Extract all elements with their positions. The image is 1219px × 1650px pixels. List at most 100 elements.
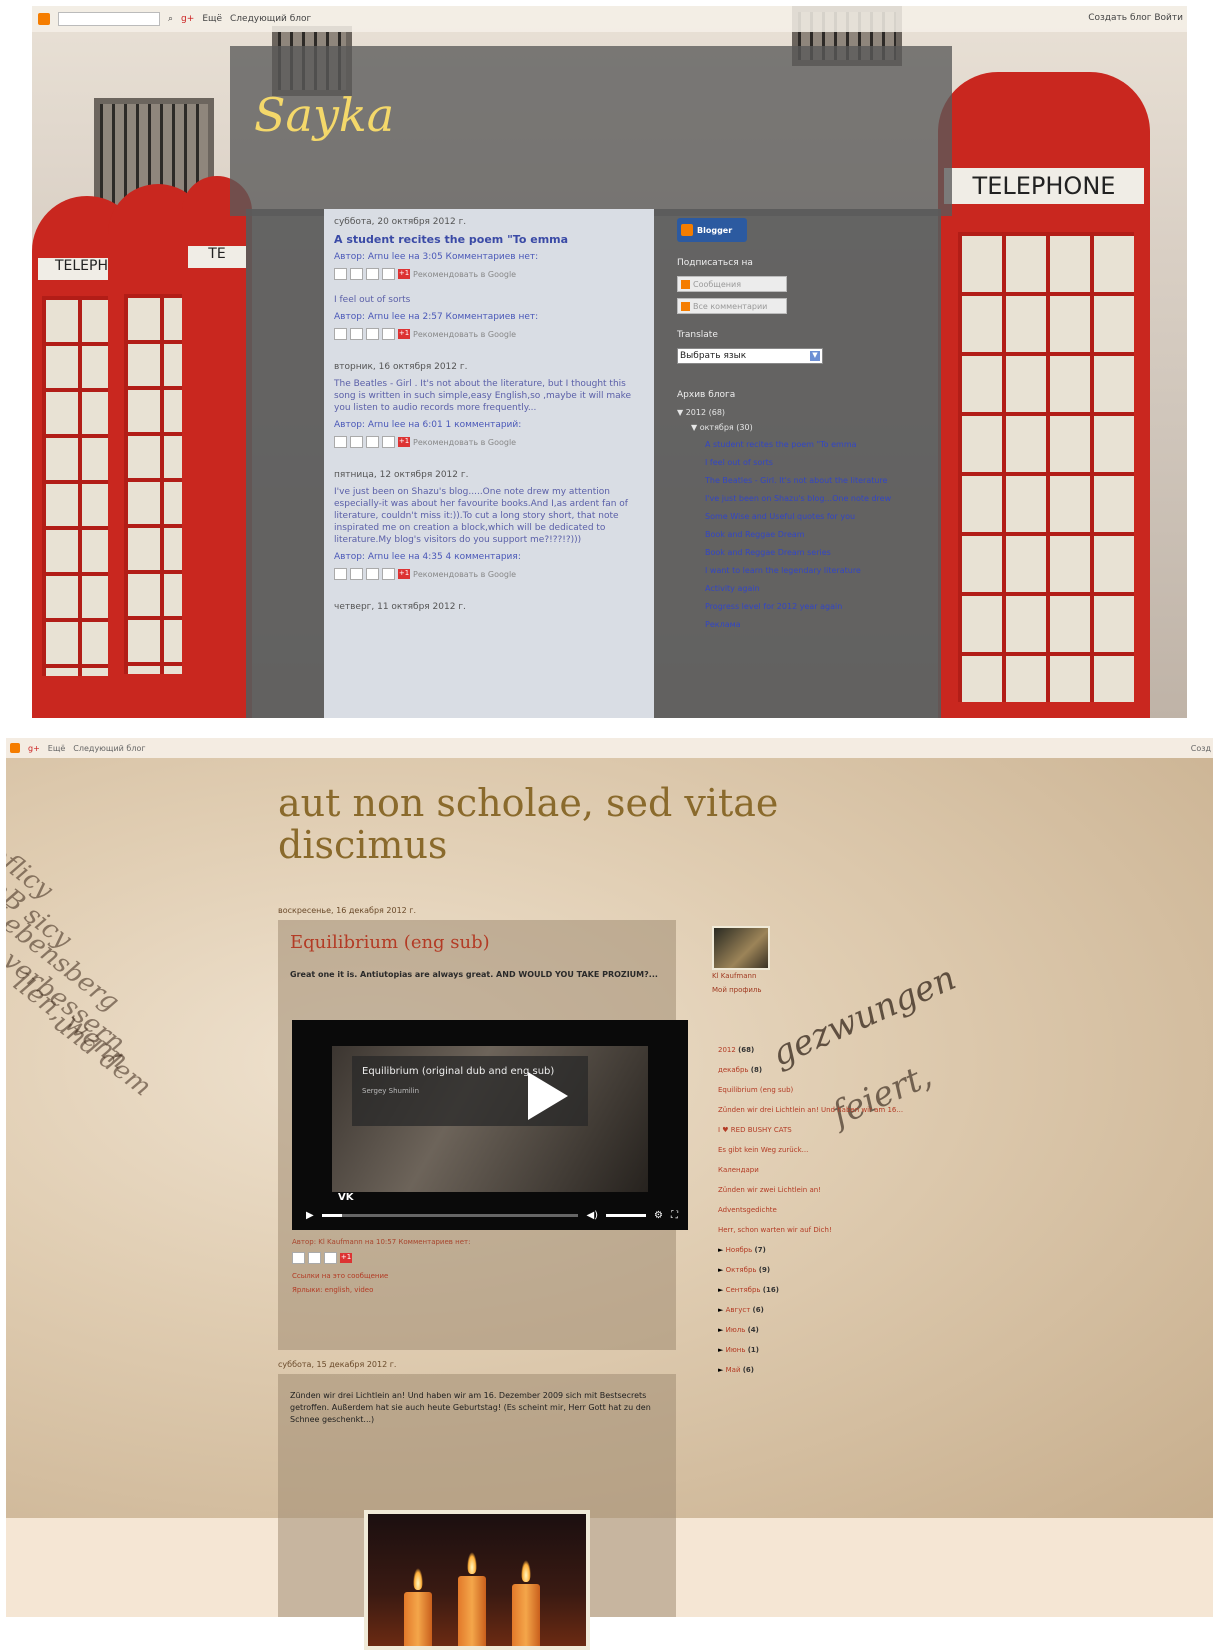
- volume-slider[interactable]: [606, 1213, 647, 1217]
- archive-item[interactable]: I want to learn the legendary literature: [705, 566, 927, 575]
- signin-link[interactable]: Войти: [1154, 13, 1183, 23]
- archive-item[interactable]: I feel out of sorts: [705, 458, 927, 467]
- archive-label: Август: [725, 1306, 751, 1314]
- blogger-logo-icon[interactable]: [10, 743, 20, 753]
- more-menu[interactable]: Ещё: [202, 14, 222, 24]
- facebook-icon[interactable]: [382, 568, 395, 580]
- twitter-icon[interactable]: [366, 568, 379, 580]
- archive-item[interactable]: Реклама: [705, 620, 927, 629]
- archive-entry[interactable]: Adventsgedichte: [718, 1206, 903, 1214]
- labels-link[interactable]: Ярлыки: english, video: [292, 1286, 373, 1294]
- avatar[interactable]: [712, 926, 770, 970]
- gplus-icon[interactable]: +1: [340, 1253, 352, 1263]
- gplus-icon[interactable]: +1: [398, 437, 410, 447]
- archive-entry[interactable]: ► Июнь (1): [718, 1346, 903, 1354]
- archive-entry[interactable]: Herr, schon warten wir auf Dich!: [718, 1226, 903, 1234]
- archive-item[interactable]: The Beatles - Girl. It's not about the l…: [705, 476, 927, 485]
- profile-name[interactable]: Kl Kaufmann: [712, 972, 756, 980]
- facebook-icon[interactable]: [382, 436, 395, 448]
- blogthis-icon[interactable]: [350, 268, 363, 280]
- archive-item[interactable]: A student recites the poem "To emma: [705, 440, 927, 449]
- create-blog-link[interactable]: Создать блог: [1088, 13, 1151, 23]
- fullscreen-icon[interactable]: ⛶: [671, 1210, 678, 1221]
- blogthis-icon[interactable]: [308, 1252, 321, 1264]
- blogthis-icon[interactable]: [350, 328, 363, 340]
- archive-entry[interactable]: Календари: [718, 1166, 903, 1174]
- archive-month[interactable]: ▼ октября (30): [691, 423, 927, 432]
- share-text: Рекомендовать в Google: [413, 329, 517, 339]
- gplus-icon[interactable]: +1: [398, 329, 410, 339]
- archive-entry[interactable]: I ♥ RED BUSHY CATS: [718, 1126, 903, 1134]
- email-icon[interactable]: [334, 568, 347, 580]
- language-select[interactable]: Выбрать язык ▼: [677, 348, 823, 364]
- twitter-icon[interactable]: [366, 436, 379, 448]
- phone-booth: TE: [182, 176, 252, 718]
- archive-entry[interactable]: Equilibrium (eng sub): [718, 1086, 903, 1094]
- post-meta[interactable]: Автор: Arnu lee на 3:05 Комментариев нет…: [334, 252, 644, 262]
- play-button-icon[interactable]: ▶: [306, 1210, 314, 1221]
- twitter-icon[interactable]: [324, 1252, 337, 1264]
- next-blog-link[interactable]: Следующий блог: [230, 14, 311, 24]
- progress-bar[interactable]: [321, 1213, 579, 1217]
- archive-entry[interactable]: ► Май (6): [718, 1366, 903, 1374]
- google-plus-button[interactable]: g+: [181, 14, 194, 24]
- subscribe-comments-button[interactable]: Все комментарии: [677, 298, 787, 314]
- search-icon[interactable]: ⌕: [168, 14, 173, 24]
- twitter-icon[interactable]: [366, 268, 379, 280]
- subscribe-posts-button[interactable]: Сообщения: [677, 276, 787, 292]
- blog-title[interactable]: aut non scholae, sed vitae discimus: [278, 782, 798, 866]
- twitter-icon[interactable]: [366, 328, 379, 340]
- archive-entry[interactable]: ► Июль (4): [718, 1326, 903, 1334]
- email-icon[interactable]: [334, 436, 347, 448]
- archive-entry[interactable]: 2012 (68): [718, 1046, 903, 1054]
- settings-icon[interactable]: ⚙: [654, 1210, 663, 1221]
- archive-item[interactable]: Book and Reggae Dream series: [705, 548, 927, 557]
- archive-entry[interactable]: Zünden wir drei Lichtlein an! Und haben …: [718, 1106, 903, 1114]
- facebook-icon[interactable]: [382, 268, 395, 280]
- archive-item[interactable]: Some Wise and Useful quotes for you: [705, 512, 927, 521]
- post-meta[interactable]: Автор: Arnu lee на 6:01 1 комментарий:: [334, 420, 644, 430]
- archive-item[interactable]: I've just been on Shazu's blog...One not…: [705, 494, 927, 503]
- archive-item[interactable]: Book and Reggae Dream: [705, 530, 927, 539]
- gplus-icon[interactable]: +1: [398, 269, 410, 279]
- next-blog-link[interactable]: Следующий блог: [73, 744, 145, 753]
- archive-entry[interactable]: ► Ноябрь (7): [718, 1246, 903, 1254]
- email-icon[interactable]: [334, 268, 347, 280]
- chevron-down-icon: ▼: [810, 351, 820, 361]
- archive-item[interactable]: Activity again: [705, 584, 927, 593]
- blogthis-icon[interactable]: [350, 568, 363, 580]
- archive-entry[interactable]: декабрь (8): [718, 1066, 903, 1074]
- archive-entry[interactable]: ► Август (6): [718, 1306, 903, 1314]
- email-icon[interactable]: [292, 1252, 305, 1264]
- blogger-logo-icon[interactable]: [38, 13, 50, 25]
- blog-title[interactable]: Sayka: [254, 88, 394, 142]
- booth-windows: [958, 232, 1134, 702]
- archive-entry[interactable]: ► Октябрь (9): [718, 1266, 903, 1274]
- powered-by-blogger-badge[interactable]: Blogger: [677, 218, 747, 242]
- archive-entry[interactable]: Zünden wir zwei Lichtlein an!: [718, 1186, 903, 1194]
- google-plus-button[interactable]: g+: [28, 744, 40, 753]
- video-player[interactable]: Equilibrium (original dub and eng sub) S…: [292, 1020, 688, 1230]
- blogthis-icon[interactable]: [350, 436, 363, 448]
- feed-icon: [681, 279, 690, 289]
- post-title[interactable]: Equilibrium (eng sub): [290, 932, 676, 953]
- archive-item[interactable]: Progress level for 2012 year again: [705, 602, 927, 611]
- flame: [467, 1552, 477, 1574]
- archive-entry[interactable]: Es gibt kein Weg zurück...: [718, 1146, 903, 1154]
- email-icon[interactable]: [334, 328, 347, 340]
- gplus-icon[interactable]: +1: [398, 569, 410, 579]
- create-blog-link[interactable]: Созд: [1191, 744, 1211, 753]
- post-meta[interactable]: Автор: Kl Kaufmann на 10:57 Комментариев…: [292, 1238, 470, 1246]
- archive-year[interactable]: ▼ 2012 (68): [677, 408, 927, 417]
- volume-icon[interactable]: ◀): [586, 1210, 598, 1221]
- facebook-icon[interactable]: [382, 328, 395, 340]
- post-meta[interactable]: Автор: Arnu lee на 4:35 4 комментария:: [334, 552, 644, 562]
- play-icon[interactable]: [528, 1072, 568, 1120]
- search-input[interactable]: [58, 12, 160, 26]
- archive-entry[interactable]: ► Сентябрь (16): [718, 1286, 903, 1294]
- more-menu[interactable]: Ещё: [48, 744, 66, 753]
- post-title[interactable]: A student recites the poem "To emma: [334, 233, 644, 246]
- backlinks-link[interactable]: Ссылки на это сообщение: [292, 1272, 388, 1280]
- post-meta[interactable]: Автор: Arnu lee на 2:57 Комментариев нет…: [334, 312, 644, 322]
- profile-link[interactable]: Мой профиль: [712, 986, 762, 994]
